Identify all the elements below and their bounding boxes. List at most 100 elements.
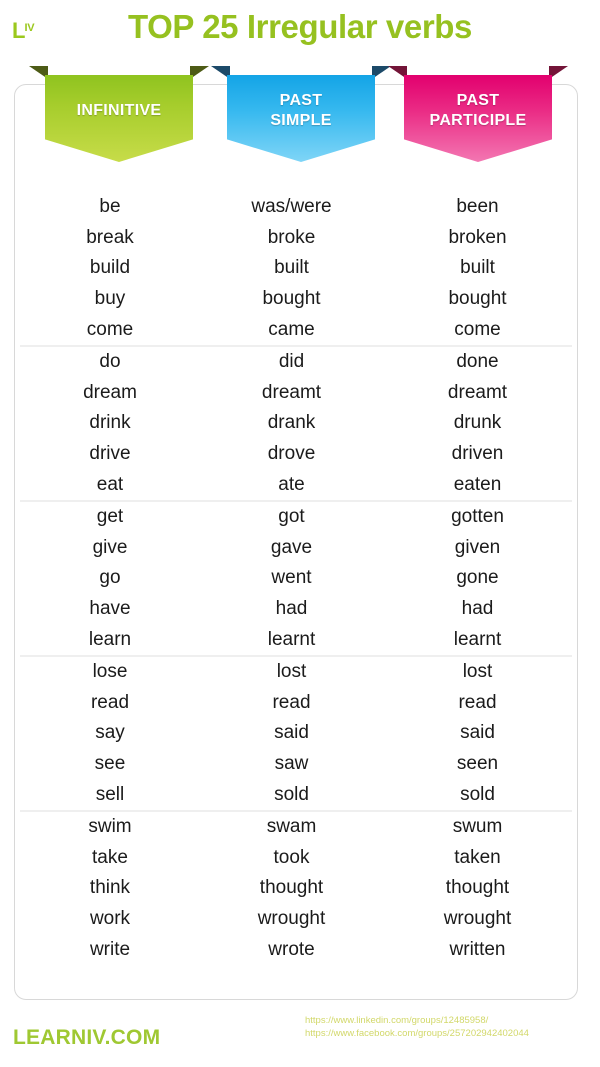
cell-past-participle: lost xyxy=(462,661,493,683)
cell-infinitive: read xyxy=(90,691,130,713)
logo-letters-iv: IV xyxy=(24,22,35,34)
cell-infinitive: buy xyxy=(94,288,126,310)
cell-past-simple: drove xyxy=(267,443,316,465)
cell-infinitive: think xyxy=(89,877,131,899)
cell-past-participle: sold xyxy=(460,783,495,805)
cell-past-participle: given xyxy=(454,536,501,558)
cell-past-simple: had xyxy=(275,598,308,620)
cell-past-participle: said xyxy=(460,722,495,744)
cell-past-participle: swum xyxy=(452,816,503,838)
column-header-infinitive-body: INFINITIVE xyxy=(45,75,193,162)
table-row[interactable]: write wrote written xyxy=(20,934,572,965)
verb-group: do did done dream dreamt dreamt drink drank drun… xyxy=(20,344,572,500)
table-row[interactable]: work wrought wrought xyxy=(20,904,572,935)
social-link[interactable]: https://www.linkedin.com/groups/12485958… xyxy=(305,1014,595,1027)
column-header-past-participle[interactable]: PAST PARTICIPLE xyxy=(388,66,568,162)
page-header: LIV TOP 25 Irregular verbs xyxy=(0,0,600,62)
cell-past-simple: bought xyxy=(262,288,321,310)
verb-group: get got gotten give gave given go went gone have h… xyxy=(20,499,572,655)
table-row[interactable]: swim swam swum xyxy=(20,812,572,843)
column-header-past-participle-body: PAST PARTICIPLE xyxy=(404,75,552,162)
verb-group: be was/were been break broke broken build built… xyxy=(20,192,572,345)
cell-past-simple: drank xyxy=(267,412,316,434)
table-row[interactable]: read read read xyxy=(20,688,572,719)
cell-past-simple: thought xyxy=(259,877,324,899)
cell-past-participle: gotten xyxy=(451,506,504,528)
cell-past-simple: broke xyxy=(267,226,316,248)
table-row[interactable]: drive drove driven xyxy=(20,439,572,470)
column-header-past-participle-label-line1: PAST xyxy=(456,91,500,109)
cell-past-participle: read xyxy=(458,691,497,713)
cell-past-simple: ate xyxy=(278,473,305,495)
cell-past-simple: gave xyxy=(270,536,313,558)
table-row[interactable]: sell sold sold xyxy=(20,779,572,810)
cell-past-simple: sold xyxy=(274,783,309,805)
table-row[interactable]: get got gotten xyxy=(20,502,572,533)
cell-infinitive: lose xyxy=(92,661,128,683)
cell-past-simple: saw xyxy=(274,752,309,774)
cell-past-simple: dreamt xyxy=(261,381,322,403)
cell-past-simple: learnt xyxy=(267,628,316,650)
cell-past-participle: gone xyxy=(456,567,499,589)
cell-past-participle: dreamt xyxy=(447,381,508,403)
table-row[interactable]: break broke broken xyxy=(20,223,572,254)
cell-past-participle: seen xyxy=(456,752,499,774)
cell-past-simple: read xyxy=(272,691,311,713)
cell-past-participle: broken xyxy=(448,226,507,248)
irregular-verbs-table: be was/were been break broke broken build built… xyxy=(20,192,572,965)
column-header-past-simple-label-line2: SIMPLE xyxy=(270,111,332,129)
cell-infinitive: be xyxy=(99,196,121,218)
table-row[interactable]: drink drank drunk xyxy=(20,408,572,439)
site-logo: LEARNIV.COM xyxy=(13,1026,161,1049)
cell-infinitive: drive xyxy=(89,443,131,465)
table-row[interactable]: dream dreamt dreamt xyxy=(20,378,572,409)
cell-infinitive: have xyxy=(89,598,131,620)
cell-infinitive: work xyxy=(89,907,131,929)
cell-infinitive: do xyxy=(99,351,121,373)
cell-infinitive: sell xyxy=(95,783,125,805)
cell-infinitive: say xyxy=(95,722,125,744)
cell-past-participle: wrought xyxy=(443,907,512,929)
cell-infinitive: dream xyxy=(83,381,137,403)
learniv-logo-mark: LIV xyxy=(12,20,46,46)
logo-letter-l: L xyxy=(12,18,25,43)
table-row[interactable]: build built built xyxy=(20,253,572,284)
table-row[interactable]: come came come xyxy=(20,314,572,345)
table-row[interactable]: say said said xyxy=(20,718,572,749)
cell-past-participle: written xyxy=(449,938,506,960)
social-link[interactable]: https://www.facebook.com/groups/25720294… xyxy=(305,1027,595,1040)
table-row[interactable]: learn learnt learnt xyxy=(20,624,572,655)
table-row[interactable]: lose lost lost xyxy=(20,657,572,688)
column-header-past-simple-body: PAST SIMPLE xyxy=(227,75,375,162)
cell-past-participle: been xyxy=(456,196,499,218)
cell-infinitive: break xyxy=(86,226,134,248)
cell-past-participle: learnt xyxy=(453,628,502,650)
cell-infinitive: come xyxy=(86,318,134,340)
cell-past-participle: bought xyxy=(448,288,507,310)
column-header-ribbons: INFINITIVE PAST SIMPLE PAST PARTICIPLE xyxy=(0,66,600,166)
table-row[interactable]: buy bought bought xyxy=(20,284,572,315)
table-row[interactable]: take took taken xyxy=(20,842,572,873)
table-row[interactable]: think thought thought xyxy=(20,873,572,904)
cell-infinitive: see xyxy=(94,752,126,774)
table-row[interactable]: eat ate eaten xyxy=(20,469,572,500)
cell-past-simple: came xyxy=(268,318,315,340)
table-row[interactable]: be was/were been xyxy=(20,192,572,223)
table-row[interactable]: give gave given xyxy=(20,533,572,564)
cell-past-simple: was/were xyxy=(251,196,332,218)
cell-past-simple: went xyxy=(271,567,312,589)
table-row[interactable]: do did done xyxy=(20,347,572,378)
table-row[interactable]: have had had xyxy=(20,594,572,625)
column-header-infinitive[interactable]: INFINITIVE xyxy=(29,66,209,162)
column-header-past-simple[interactable]: PAST SIMPLE xyxy=(211,66,391,162)
cell-past-participle: built xyxy=(460,257,495,279)
social-links: https://www.linkedin.com/groups/12485958… xyxy=(305,1014,595,1040)
table-row[interactable]: see saw seen xyxy=(20,749,572,780)
cell-past-participle: driven xyxy=(451,443,504,465)
cell-past-simple: wrote xyxy=(268,938,315,960)
cell-infinitive: drink xyxy=(89,412,131,434)
table-row[interactable]: go went gone xyxy=(20,563,572,594)
cell-past-simple: got xyxy=(278,506,305,528)
cell-past-simple: took xyxy=(273,846,310,868)
cell-past-participle: come xyxy=(454,318,501,340)
